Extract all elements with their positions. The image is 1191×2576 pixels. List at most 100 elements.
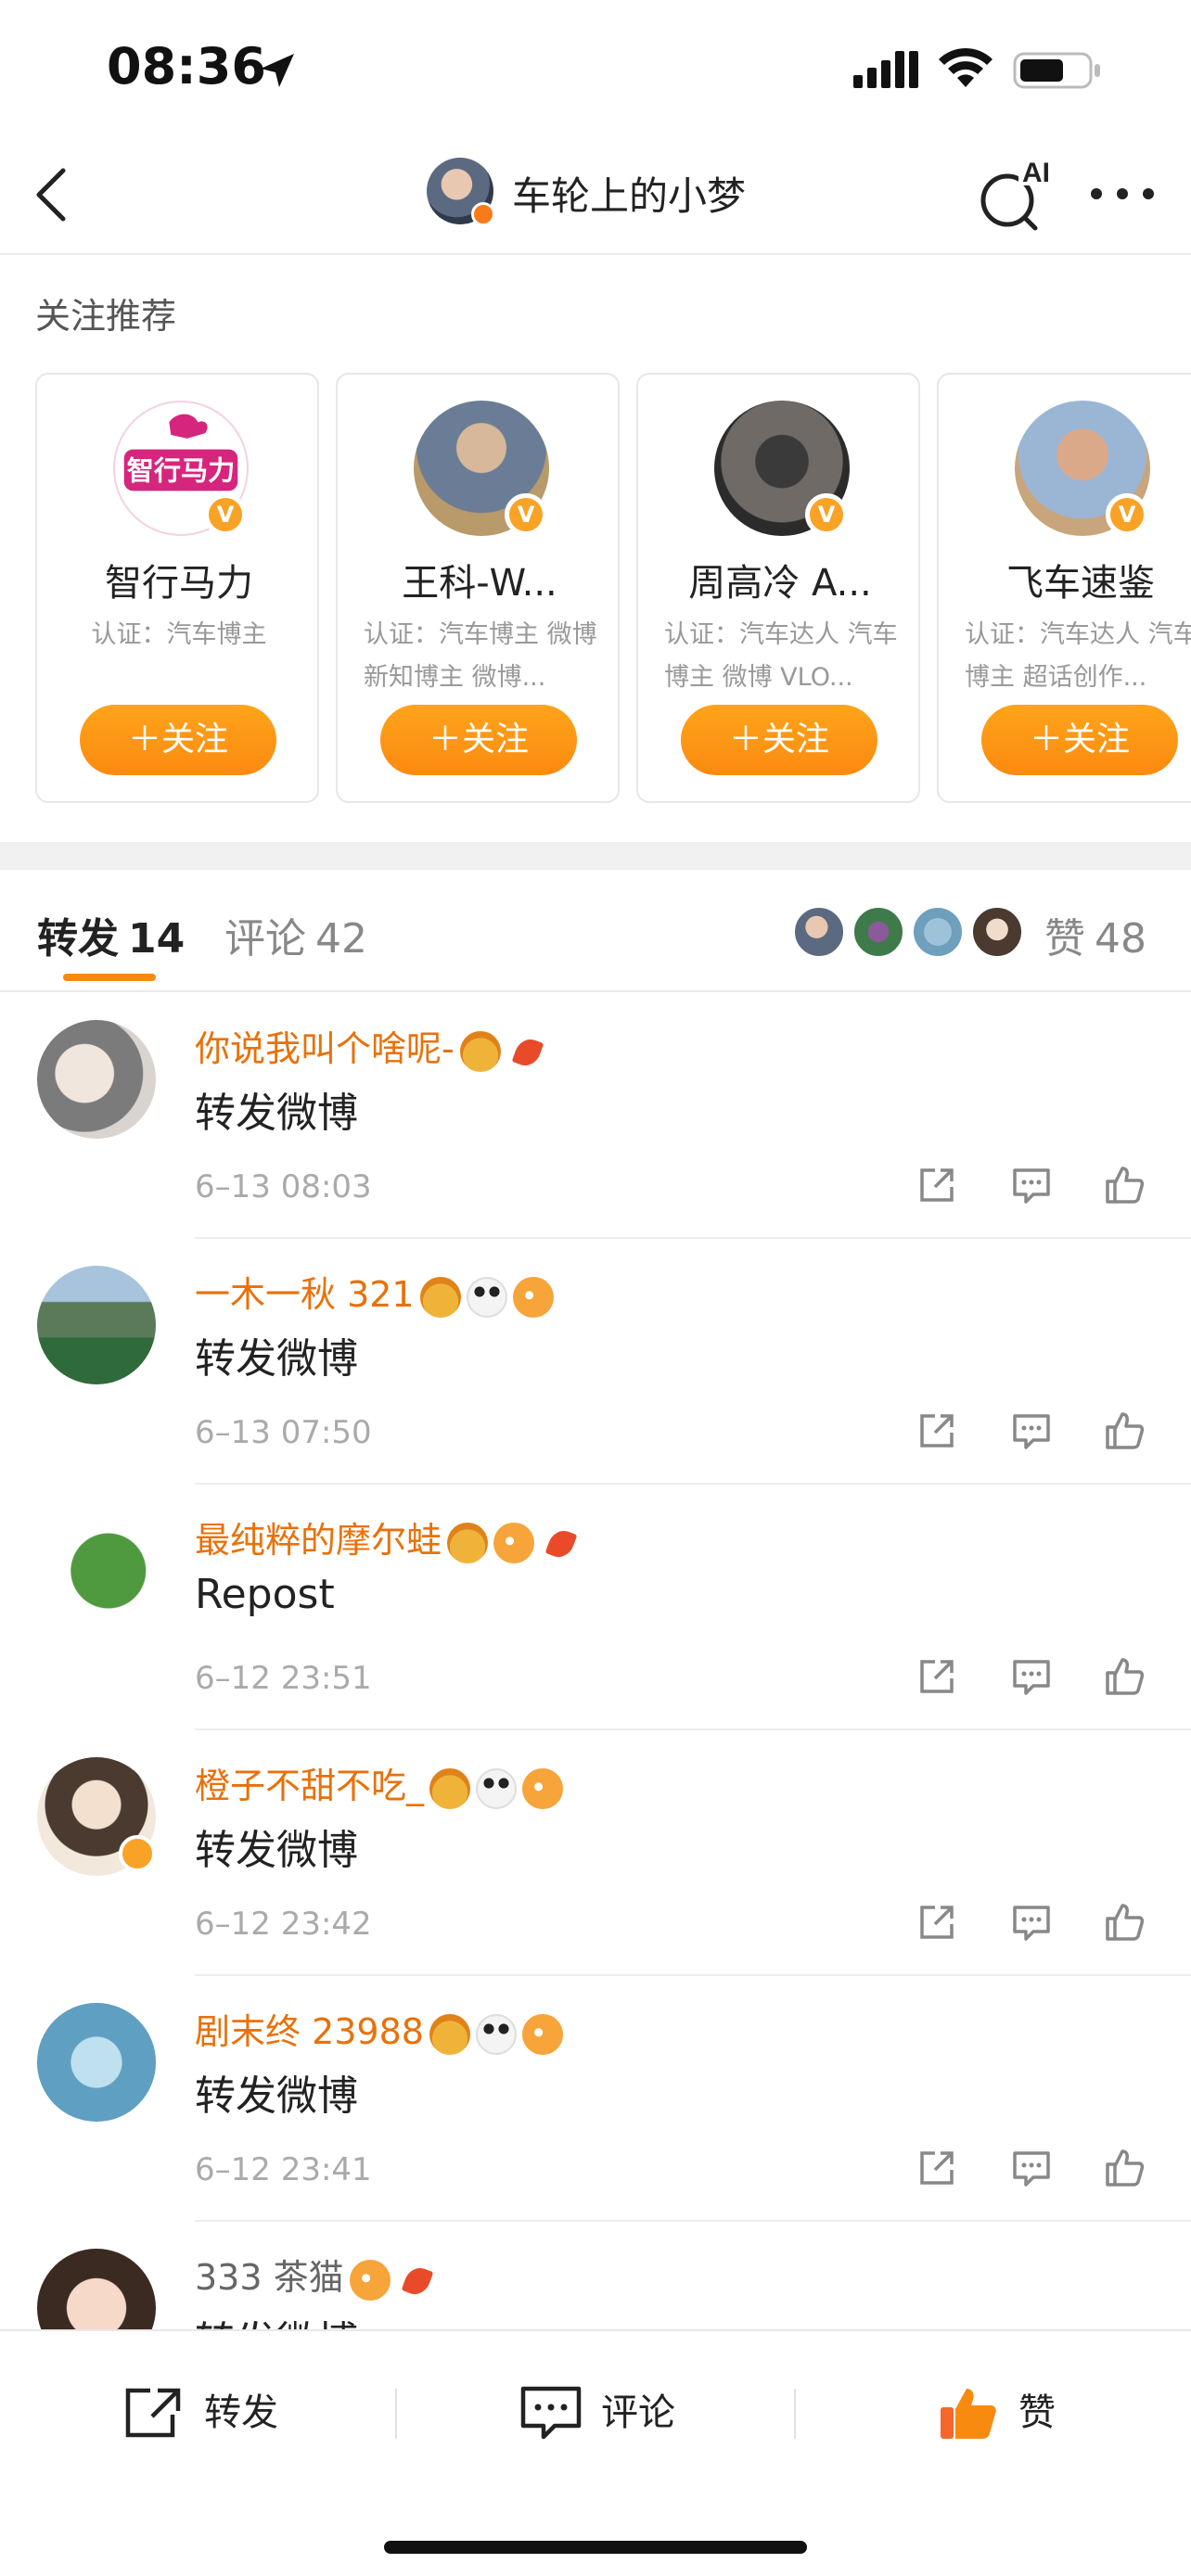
- divider: [395, 2389, 397, 2439]
- pufferfish-icon: [512, 1276, 554, 1318]
- repost-text[interactable]: 转发微博: [195, 1079, 358, 1139]
- username[interactable]: 最纯粹的摩尔蛙: [195, 1511, 581, 1563]
- more-icon[interactable]: [1085, 180, 1159, 208]
- shrimp-icon: [506, 1031, 547, 1072]
- interaction-tabs: 转发 14 评论 42 赞 48: [0, 870, 1191, 992]
- divider: [195, 1237, 1191, 1239]
- recommend-card[interactable]: 智行马力 V 智行马力 认证：汽车博主 ＋关注: [35, 373, 319, 803]
- avatar[interactable]: [37, 1511, 156, 1630]
- recommend-name[interactable]: 王科-W...: [338, 553, 621, 606]
- recommend-name[interactable]: 智行马力: [37, 553, 321, 606]
- repost-time: 6–13 07:50: [195, 1414, 372, 1451]
- username[interactable]: 剧末终 23988: [195, 2003, 563, 2055]
- username[interactable]: 橙子不甜不吃_: [195, 1757, 564, 1809]
- divider: [794, 2389, 796, 2439]
- divider: [195, 2220, 1191, 2222]
- tab-comment-label: 评论: [224, 915, 306, 963]
- comment-icon[interactable]: [1009, 1654, 1054, 1699]
- username[interactable]: 你说我叫个啥呢-: [195, 1020, 547, 1072]
- recommend-desc: 认证：汽车达人 汽车博主 微博 VLO...: [664, 620, 898, 692]
- repost-time: 6–12 23:42: [195, 1906, 372, 1943]
- username-text: 橙子不甜不吃_: [195, 1766, 425, 1806]
- wifi-icon: [939, 47, 992, 87]
- follow-button[interactable]: ＋关注: [681, 705, 877, 775]
- top-nav-bar: 车轮上的小梦 AI: [0, 139, 1191, 255]
- share-icon[interactable]: [915, 1409, 959, 1453]
- repost-list[interactable]: 你说我叫个啥呢- 转发微博 6–13 08:03 一木一秋 321 转发微博 6…: [0, 994, 1191, 2329]
- username-text: 333 茶猫: [195, 2257, 344, 2298]
- follow-button[interactable]: ＋关注: [80, 705, 276, 775]
- like-icon[interactable]: [1102, 1654, 1146, 1699]
- like-icon[interactable]: [1102, 2146, 1146, 2190]
- avatar[interactable]: [37, 1020, 156, 1139]
- like-icon[interactable]: [1102, 1163, 1146, 1207]
- avatar[interactable]: [37, 2249, 156, 2329]
- repost-text[interactable]: 转发微博: [195, 2062, 358, 2122]
- comment-icon: [520, 2386, 582, 2440]
- repost-button[interactable]: 转发: [122, 2376, 308, 2450]
- repost-text[interactable]: 转发微博: [195, 2308, 358, 2329]
- list-item: 橙子不甜不吃_ 转发微博 6–12 23:42: [0, 1731, 1191, 1977]
- follow-button[interactable]: ＋关注: [380, 705, 577, 775]
- share-icon[interactable]: [915, 2146, 959, 2190]
- recommend-desc: 认证：汽车博主: [91, 620, 267, 649]
- like-icon[interactable]: [1102, 1409, 1146, 1453]
- home-indicator: [384, 2541, 807, 2554]
- recommend-desc: 认证：汽车博主 微博新知博主 微博...: [364, 620, 597, 692]
- comment-icon[interactable]: [1009, 2146, 1054, 2190]
- comment-button[interactable]: 评论: [519, 2376, 705, 2450]
- recommend-card[interactable]: V 周高冷 A... 认证：汽车达人 汽车博主 微博 VLO... ＋关注: [636, 373, 920, 803]
- liker-avatar: [970, 905, 1024, 959]
- pufferfish-icon: [522, 1767, 564, 1809]
- divider: [195, 1728, 1191, 1730]
- liked-thumb-icon: [941, 2389, 996, 2439]
- tab-like-label: 赞: [1044, 915, 1085, 963]
- repost-text[interactable]: 转发微博: [195, 1325, 358, 1384]
- like-button[interactable]: 赞: [937, 2376, 1085, 2450]
- comment-icon[interactable]: [1009, 1409, 1054, 1453]
- bottom-action-bar: 转发 评论 赞: [0, 2329, 1191, 2576]
- username[interactable]: 333 茶猫: [195, 2249, 437, 2301]
- repost-label: 转发: [204, 2391, 278, 2434]
- recommend-card[interactable]: V 飞车速鉴 认证：汽车达人 汽车博主 超话创作... ＋关注: [937, 373, 1191, 803]
- tab-like-count: 48: [1095, 915, 1146, 963]
- list-item: 一木一秋 321 转发微博 6–13 07:50: [0, 1240, 1191, 1486]
- comment-label: 评论: [601, 2391, 675, 2434]
- tab-comment[interactable]: 评论 42: [224, 905, 367, 964]
- status-time: 08:36: [107, 37, 266, 96]
- avatar[interactable]: [37, 1266, 156, 1384]
- repost-time: 6–12 23:41: [195, 2151, 372, 2188]
- repost-text[interactable]: Repost: [195, 1571, 335, 1618]
- repost-icon: [125, 2388, 181, 2438]
- panda-icon: [476, 1767, 518, 1809]
- verified-badge-icon: V: [204, 493, 247, 536]
- share-icon[interactable]: [915, 1654, 959, 1699]
- like-icon[interactable]: [1102, 1900, 1146, 1945]
- pufferfish-icon: [349, 2259, 391, 2301]
- tab-like[interactable]: 赞 48: [1044, 905, 1146, 964]
- recommend-name[interactable]: 周高冷 A...: [638, 553, 922, 606]
- battery-icon: [1013, 52, 1100, 89]
- share-icon[interactable]: [915, 1900, 959, 1945]
- verified-badge-icon: [471, 202, 495, 226]
- tab-repost[interactable]: 转发 14: [37, 905, 185, 964]
- liker-avatars[interactable]: [792, 905, 1033, 961]
- share-icon[interactable]: [915, 1163, 959, 1207]
- list-item: 你说我叫个啥呢- 转发微博 6–13 08:03: [0, 994, 1191, 1240]
- back-icon[interactable]: [26, 158, 82, 232]
- avatar[interactable]: [37, 2003, 156, 2122]
- username[interactable]: 一木一秋 321: [195, 1266, 554, 1318]
- comment-icon[interactable]: [1009, 1163, 1054, 1207]
- liker-avatar: [852, 905, 905, 959]
- recommend-carousel[interactable]: 智行马力 V 智行马力 认证：汽车博主 ＋关注 V 王科-W... 认证：汽车博…: [35, 373, 1191, 804]
- panda-icon: [475, 2013, 517, 2055]
- ai-search-icon[interactable]: AI: [974, 154, 1057, 237]
- recommend-card[interactable]: V 王科-W... 认证：汽车博主 微博新知博主 微博... ＋关注: [336, 373, 620, 803]
- page-title[interactable]: 车轮上的小梦: [512, 165, 746, 222]
- recommend-title: 关注推荐: [35, 296, 177, 337]
- comment-icon[interactable]: [1009, 1900, 1054, 1945]
- follow-button[interactable]: ＋关注: [981, 705, 1178, 775]
- tab-repost-label: 转发: [37, 915, 119, 963]
- recommend-name[interactable]: 飞车速鉴: [939, 553, 1191, 606]
- repost-text[interactable]: 转发微博: [195, 1817, 358, 1876]
